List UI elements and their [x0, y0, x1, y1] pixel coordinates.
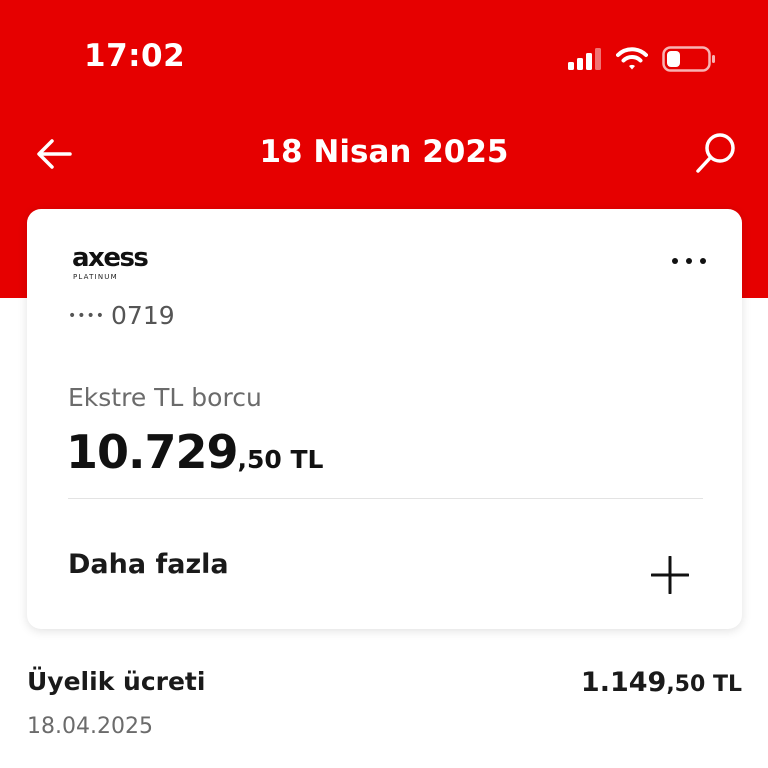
card-number: •••• 0719: [68, 301, 175, 330]
transaction-amount-decimal: ,50 TL: [666, 672, 742, 697]
transaction-row[interactable]: Üyelik ücreti 1.149,50 TL 18.04.2025: [0, 650, 768, 750]
statement-balance-label: Ekstre TL borcu: [68, 383, 262, 412]
screen: 17:02 18 Nisan 2025 axess PLATINUM •••• …: [0, 0, 768, 768]
plus-icon: [651, 556, 689, 594]
search-button[interactable]: [692, 128, 742, 178]
status-time: 17:02: [84, 38, 186, 74]
show-more-button[interactable]: Daha fazla: [27, 499, 742, 629]
battery-low-icon: [662, 46, 715, 72]
wifi-icon: [616, 47, 648, 70]
back-arrow-icon: [37, 139, 72, 169]
transaction-amount-integer: 1.149: [580, 667, 667, 698]
balance-integer: 10.729: [66, 425, 239, 479]
card-brand-name: axess: [72, 243, 149, 273]
card-tier: PLATINUM: [73, 273, 118, 281]
transaction-date: 18.04.2025: [27, 714, 153, 739]
back-button[interactable]: [32, 132, 76, 176]
statement-balance-amount: 10.729,50 TL: [66, 425, 324, 479]
signal-icon: [568, 48, 601, 70]
transaction-amount: 1.149,50 TL: [581, 667, 742, 698]
balance-decimal: ,50 TL: [237, 445, 324, 474]
card-number-mask: ••••: [68, 308, 106, 324]
show-more-label: Daha fazla: [68, 549, 229, 580]
transaction-title: Üyelik ücreti: [27, 667, 206, 696]
card-options-button[interactable]: [672, 249, 706, 273]
search-icon: [696, 133, 735, 173]
credit-card-summary: axess PLATINUM •••• 0719 Ekstre TL borcu …: [27, 209, 742, 629]
card-brand-logo: axess PLATINUM: [72, 243, 149, 281]
card-last-digits: 0719: [111, 301, 175, 330]
status-icons: [568, 44, 716, 74]
more-dots-icon: [672, 258, 678, 264]
